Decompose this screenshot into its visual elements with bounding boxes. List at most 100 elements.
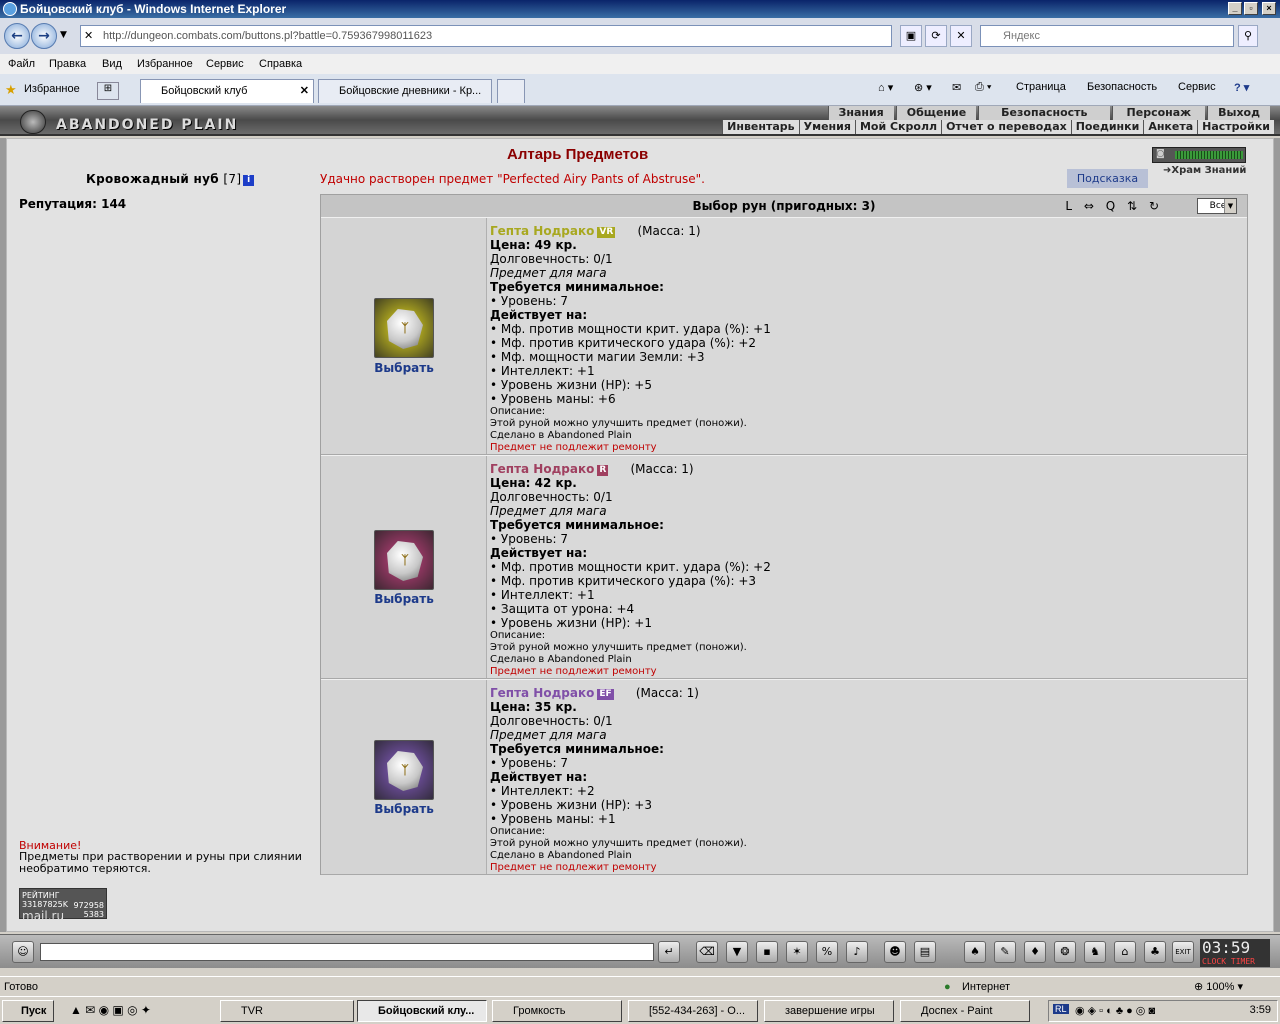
menu-tools[interactable]: Сервис [206,54,244,74]
menu-favorites[interactable]: Избранное [137,54,193,74]
quick-tabs-icon[interactable]: ⊞ [97,82,119,100]
nav-security[interactable]: Безопасность [978,106,1110,120]
task-volume[interactable]: Громкость [492,1000,622,1022]
temple-link[interactable]: ➜Храм Знаний [1163,165,1246,176]
effect-item: • Мф. против мощности крит. удара (%): +… [490,560,771,574]
game-header: ABANDONED PLAIN Знания Общение Безопасност… [0,106,1280,136]
reset-icon[interactable]: ↻ [1149,199,1159,213]
chat-avatar-icon[interactable]: ☺ [12,941,34,963]
nav-transfer-report[interactable]: Отчет о переводах [941,120,1071,134]
rune-name[interactable]: Гепта Нодрако [490,462,594,476]
minimize-button[interactable]: _ [1228,2,1242,15]
help-icon[interactable]: ? ▾ [1234,81,1249,94]
character-name[interactable]: Кровожадный нуб [7] i [86,172,255,186]
mail-icon[interactable]: ✉ [952,81,961,94]
warrior-icon[interactable]: ♞ [1084,941,1106,963]
nav-inventory[interactable]: Инвентарь [722,120,799,134]
menu-file[interactable]: Файл [8,54,35,74]
potion-icon[interactable]: ♦ [1024,941,1046,963]
search-icon[interactable]: ⚲ [1238,25,1258,47]
sort-quality-button[interactable]: Q [1106,199,1115,213]
mage-icon[interactable]: ♠ [964,941,986,963]
new-tab-button[interactable] [497,79,525,103]
task-icq[interactable]: [552-434-263] - О... [628,1000,758,1022]
tab-close-icon[interactable]: ✕ [300,80,309,102]
url-field[interactable]: http://dungeon.combats.com/buttons.pl?ba… [80,25,892,47]
compat-icon[interactable]: ▣ [900,25,922,47]
home-icon[interactable]: ⌂ ▾ [878,81,893,94]
task-paint[interactable]: Доспех - Paint [900,1000,1030,1022]
eraser-icon[interactable]: ⌫ [696,941,718,963]
choose-button[interactable]: Выбрать [321,592,487,606]
task-tvr[interactable]: TVR [220,1000,354,1022]
nav-exit[interactable]: Выход [1207,106,1270,120]
tray-icons[interactable]: ◉ ◈ ▫ ◐ ♣ ● ◎ ◙ [1075,1004,1155,1017]
forward-button[interactable]: → [31,23,57,49]
zoom-control[interactable]: ⊕ 100% ▾ [1194,977,1243,997]
rune-image[interactable]: ᛉ [374,740,434,800]
exit-icon[interactable]: EXIT [1172,941,1194,963]
task-fight-club[interactable]: Бойцовский клу... [357,1000,487,1022]
nav-knowledge[interactable]: Знания [827,106,894,120]
history-dropdown-icon[interactable]: ▼ [60,30,67,40]
chat-input[interactable] [40,943,654,961]
group-icon[interactable]: ♣ [1144,941,1166,963]
rune-name[interactable]: Гепта Нодрако [490,224,594,238]
temple-widget[interactable]: ◙ [1152,147,1246,163]
filter-select[interactable]: Все ▼ [1197,198,1237,214]
favorites-button[interactable]: Избранное [24,83,80,95]
sort-level-button[interactable]: L [1065,199,1072,213]
address-bar-row: ← → ▼ http://dungeon.combats.com/buttons… [0,18,1280,54]
gold-icon[interactable]: ❂ [1054,941,1076,963]
hint-button[interactable]: Подсказка [1067,169,1148,188]
info-icon[interactable]: i [243,175,255,186]
page-menu[interactable]: Страница [1016,81,1066,93]
sort-width-icon[interactable]: ⇔ [1084,199,1094,213]
nav-profile[interactable]: Анкета [1143,120,1198,134]
safety-menu[interactable]: Безопасность [1087,81,1157,93]
translit-icon[interactable]: % [816,941,838,963]
task-game-end[interactable]: завершение игры [764,1000,894,1022]
nav-settings[interactable]: Настройки [1197,120,1274,134]
chat-settings-icon[interactable]: ▤ [914,941,936,963]
print-icon[interactable]: ⎙ ▾ [975,81,991,94]
send-icon[interactable]: ↵ [658,941,680,963]
choose-button[interactable]: Выбрать [321,802,487,816]
close-window-button[interactable]: × [1262,2,1276,15]
scroll-icon[interactable]: ✎ [994,941,1016,963]
no-repair-note: Предмет не подлежит ремонту [490,442,657,453]
house-icon[interactable]: ⌂ [1114,941,1136,963]
tools-menu[interactable]: Сервис [1178,81,1216,93]
rss-icon[interactable]: ⊛ ▾ [914,81,932,94]
tab-diaries[interactable]: Бойцовские дневники - Кр... [318,79,492,103]
rune-image[interactable]: ᛉ [374,298,434,358]
choose-button[interactable]: Выбрать [321,361,487,375]
menu-edit[interactable]: Правка [49,54,86,74]
nav-scroll[interactable]: Мой Скролл [854,120,942,134]
rune-name[interactable]: Гепта Нодрако [490,686,594,700]
sort-order-icon[interactable]: ⇅ [1127,199,1137,213]
fight-icon[interactable]: ✶ [786,941,808,963]
search-field[interactable]: Яндекс [980,25,1234,47]
mailru-counter[interactable]: РЕЙТИНГ 33187825K mail.ru 972958 5383 [19,888,107,923]
nav-fights[interactable]: Поединки [1070,120,1144,134]
save-icon[interactable]: ▪ [756,941,778,963]
language-indicator[interactable]: RL [1053,1004,1069,1014]
nav-character[interactable]: Персонаж [1111,106,1206,120]
filter-icon[interactable]: ▼ [726,941,748,963]
music-icon[interactable]: ♪ [846,941,868,963]
page-close-icon: ✕ [84,29,94,42]
back-button[interactable]: ← [4,23,30,49]
tab-fight-club[interactable]: Бойцовский клуб ✕ [140,79,314,103]
stop-icon[interactable]: ✕ [950,25,972,47]
menu-help[interactable]: Справка [259,54,302,74]
refresh-icon[interactable]: ⟳ [925,25,947,47]
nav-communication[interactable]: Общение [895,106,977,120]
menu-view[interactable]: Вид [102,54,122,74]
maximize-button[interactable]: ▫ [1244,2,1258,15]
nav-skills[interactable]: Умения [798,120,855,134]
rune-image[interactable]: ᛉ [374,530,434,590]
smiley-icon[interactable]: ☻ [884,941,906,963]
quicklaunch-icons[interactable]: ▲ ✉ ◉ ▣ ◎ ✦ [70,1003,151,1017]
start-button[interactable]: Пуск [2,1000,54,1022]
